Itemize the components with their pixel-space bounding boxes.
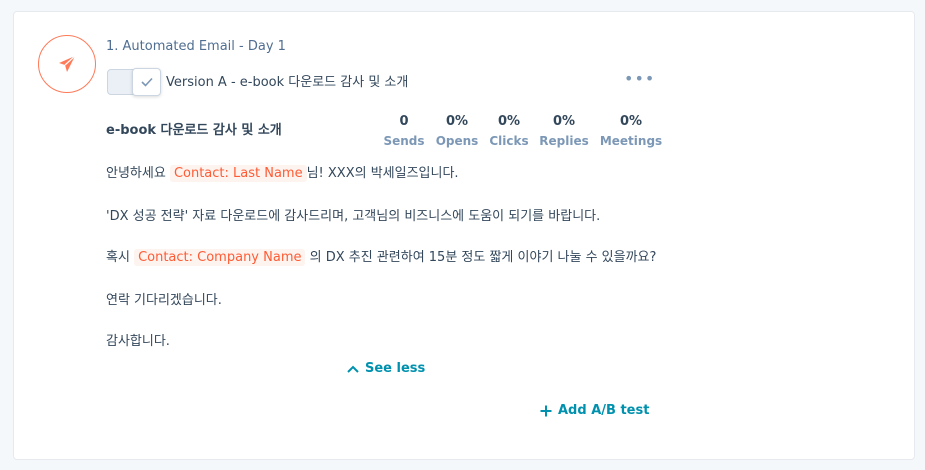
- see-less-label: See less: [365, 361, 426, 376]
- stat-replies: 0% Replies: [535, 114, 593, 148]
- paper-plane-icon: [59, 55, 76, 72]
- personalization-token: Contact: Last Name: [169, 165, 307, 182]
- stat-clicks: 0% Clicks: [483, 114, 535, 148]
- toggle-knob[interactable]: [132, 68, 161, 96]
- add-ab-test-button[interactable]: Add A/B test: [540, 403, 649, 418]
- body-text: 님! XXX의 박세일즈입니다.: [306, 166, 459, 181]
- version-toggle[interactable]: [107, 68, 161, 96]
- stat-sends: 0 Sends: [376, 114, 432, 148]
- stat-label: Sends: [383, 134, 425, 148]
- stat-value: 0%: [552, 114, 576, 129]
- stat-value: 0: [399, 114, 409, 129]
- see-less-button[interactable]: See less: [347, 361, 425, 376]
- step-type-badge: [38, 35, 96, 93]
- personalization-token: Contact: Company Name: [134, 249, 306, 266]
- check-icon: [140, 77, 153, 87]
- sequence-step-card: 1. Automated Email - Day 1 Version A - e…: [13, 11, 915, 460]
- email-body-line: 혹시 Contact: Company Name 의 DX 추진 관련하여 15…: [106, 246, 657, 266]
- version-label: Version A - e-book 다운로드 감사 및 소개: [166, 75, 409, 90]
- stat-value: 0%: [619, 114, 643, 129]
- more-options-button[interactable]: •••: [624, 69, 655, 88]
- step-title: 1. Automated Email - Day 1: [106, 39, 286, 54]
- stat-value: 0%: [497, 114, 521, 129]
- stat-label: Replies: [539, 134, 589, 148]
- email-body-line: 안녕하세요 Contact: Last Name 님! XXX의 박세일즈입니다.: [106, 162, 459, 182]
- stat-label: Clicks: [489, 134, 529, 148]
- body-text: 의 DX 추진 관련하여 15분 정도 짧게 이야기 나눌 수 있을까요?: [305, 250, 657, 265]
- body-text: 안녕하세요: [106, 166, 170, 181]
- stat-label: Opens: [435, 134, 479, 148]
- stat-opens: 0% Opens: [430, 114, 484, 148]
- email-subject: e-book 다운로드 감사 및 소개: [106, 123, 282, 138]
- email-body-line: 감사합니다.: [106, 334, 170, 349]
- plus-icon: [540, 405, 552, 416]
- chevron-up-icon: [347, 365, 359, 373]
- stat-label: Meetings: [599, 134, 663, 148]
- email-body-line: 연락 기다리겠습니다.: [106, 293, 222, 308]
- email-body-line: 'DX 성공 전략' 자료 다운로드에 감사드리며, 고객님의 비즈니스에 도움…: [106, 209, 601, 224]
- add-ab-test-label: Add A/B test: [558, 403, 650, 418]
- body-text: 혹시: [106, 250, 135, 265]
- stat-meetings: 0% Meetings: [596, 114, 666, 148]
- stat-value: 0%: [445, 114, 469, 129]
